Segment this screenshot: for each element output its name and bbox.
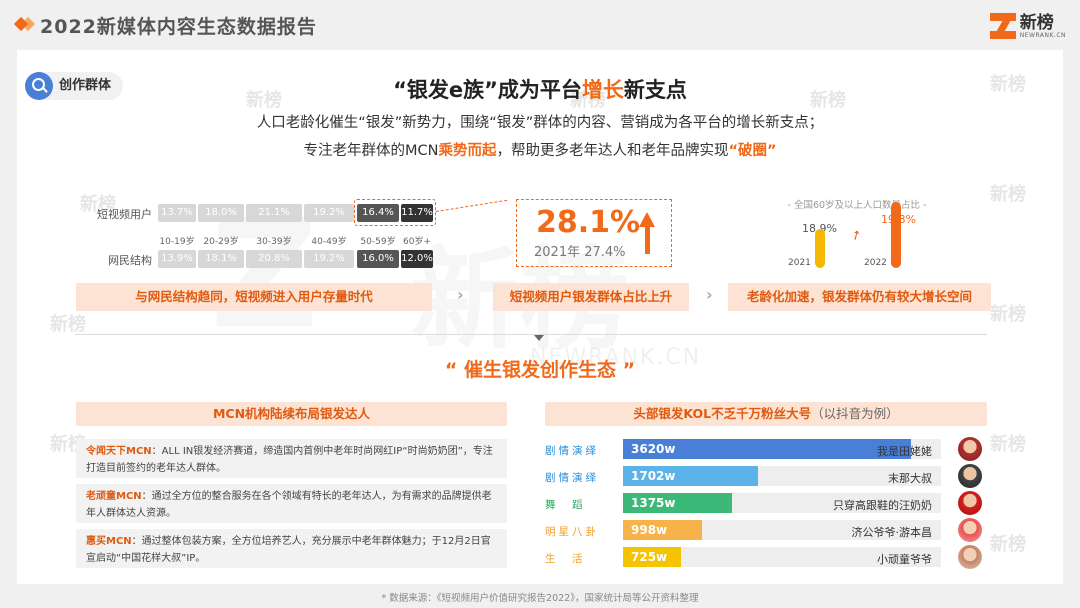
- up-arrow-icon: [645, 226, 650, 254]
- report-title: 2022新媒体内容生态数据报告: [40, 16, 317, 38]
- kol-name: 小顽童爷爷: [877, 553, 932, 566]
- age-row-label: 短视频用户: [97, 208, 152, 221]
- data-source-footnote: * 数据来源：《短视频用户价值研究报告2022》，国家统计局等公开资料整理: [381, 593, 699, 604]
- subtitle-text: 专注老年群体的MCN: [303, 143, 439, 159]
- kol-card-title-note: （以抖音为例）: [811, 406, 899, 421]
- kol-bar: 725w: [623, 547, 681, 567]
- chevron-right-icon: ›: [457, 285, 464, 304]
- kol-name: 末那大叔: [888, 472, 932, 485]
- kol-category: 剧情演绎: [545, 445, 599, 457]
- chevron-right-icon: ›: [706, 285, 713, 304]
- population-year: 2021: [788, 258, 811, 268]
- population-year: 2022: [864, 258, 887, 268]
- section-divider: [75, 334, 987, 335]
- mcn-item: 惠买MCN：通过整体包装方案，全方位培养艺人，充分展示中老年群体魅力；于12月2…: [76, 529, 507, 568]
- subtitle-highlight: “破圈”: [728, 143, 777, 159]
- logo-name: 新榜: [1019, 12, 1054, 33]
- age-group-label: 30-39岁: [256, 237, 292, 247]
- page-title-part: “银发e族”成为平台: [393, 78, 582, 102]
- age-group-label: 10-19岁: [159, 237, 195, 247]
- kol-category: 明星八卦: [545, 526, 599, 538]
- age-group-label: 50-59岁: [360, 237, 396, 247]
- age-group-label: 20-29岁: [203, 237, 239, 247]
- subtitle-highlight: 乘势而起: [438, 143, 497, 159]
- kol-avatar: [958, 545, 982, 569]
- kol-card-title-text: 头部银发KOL不乏千万粉丝大号: [633, 406, 812, 421]
- highlight-stat-compare: 2021年 27.4%: [534, 245, 626, 260]
- mcn-desc: ：通过整体包装方案，全方位培养艺人，充分展示中老年群体魅力；于12月2日官宣启动…: [86, 536, 491, 564]
- logo-z-icon: [989, 13, 1016, 39]
- insight-pill: 短视频用户银发群体占比上升: [493, 283, 689, 311]
- kol-category: 剧情演绎: [545, 472, 599, 484]
- section-title: “ 催生银发创作生态 ”: [444, 359, 636, 381]
- age-cell: 12.0%: [401, 250, 433, 268]
- report-header: 2022新媒体内容生态数据报告 新榜 NEWRANK.CN: [0, 0, 1080, 50]
- population-bar: [891, 202, 901, 268]
- population-bar: [815, 229, 825, 268]
- highlight-stat-value: 28.1%: [536, 205, 641, 240]
- kol-name: 济公爷爷·游本昌: [851, 526, 933, 539]
- mcn-name: 令闻天下MCN: [86, 446, 152, 457]
- age-cell: 18.1%: [198, 250, 244, 268]
- caret-down-icon: [534, 335, 544, 341]
- page-title-highlight: 增长: [581, 78, 624, 102]
- age-group-label: 40-49岁: [311, 237, 347, 247]
- age-group-label: 60岁+: [403, 237, 431, 247]
- subtitle-line: 人口老龄化催生“银发”新势力，围绕“银发”群体的内容、营销成为各平台的增长新支点…: [256, 115, 824, 131]
- age-cell: 21.1%: [246, 204, 302, 222]
- insight-pill: 老龄化加速，银发群体仍有较大增长空间: [728, 283, 991, 311]
- up-arrow-icon: [639, 212, 655, 227]
- page-title-part: 新支点: [623, 78, 687, 102]
- age-cell: 19.2%: [304, 204, 354, 222]
- kol-card-title: 头部银发KOL不乏千万粉丝大号（以抖音为例）: [545, 402, 987, 426]
- kol-name: 只穿高跟鞋的汪奶奶: [833, 499, 932, 512]
- kol-category: 生 活: [545, 553, 586, 565]
- age-cell: 13.9%: [158, 250, 196, 268]
- mcn-item: 令闻天下MCN：ALL IN银发经济赛道，缔造国内首例中老年时尚网红IP“时尚奶…: [76, 439, 507, 478]
- kol-bar: 998w: [623, 520, 702, 540]
- age-cell: 18.0%: [198, 204, 244, 222]
- subtitle-text: ，帮助更多老年达人和老年品牌实现: [496, 143, 729, 159]
- mcn-item: 老顽童MCN：通过全方位的整合服务在各个领域有特长的老年达人，为有需求的品牌提供…: [76, 484, 507, 523]
- kol-category: 舞 蹈: [545, 499, 586, 511]
- age-cell: 19.2%: [304, 250, 354, 268]
- age-cell: 16.0%: [357, 250, 399, 268]
- kol-name: 我是田姥姥: [877, 445, 932, 458]
- age-row-label: 网民结构: [108, 254, 152, 267]
- population-chart-title: - 全国60岁及以上人口数量占比 -: [787, 200, 927, 211]
- kol-avatar: [958, 518, 982, 542]
- kol-avatar: [958, 437, 982, 461]
- mcn-name: 老顽童MCN: [86, 491, 142, 502]
- age-cell: 20.8%: [246, 250, 302, 268]
- mcn-desc: ：通过全方位的整合服务在各个领域有特长的老年达人，为有需求的品牌提供老年人群体达…: [86, 491, 492, 519]
- page-title: “银发e族”成为平台增长新支点: [0, 74, 1080, 104]
- kol-bar: 1375w: [623, 493, 732, 513]
- subtitle-line: 专注老年群体的MCN乘势而起，帮助更多老年达人和老年品牌实现“破圈”: [0, 139, 1080, 160]
- mcn-card-title: MCN机构陆续布局银发达人: [76, 402, 507, 426]
- insight-pill: 与网民结构趋同，短视频进入用户存量时代: [76, 283, 432, 311]
- kol-avatar: [958, 464, 982, 488]
- logo-sub: NEWRANK.CN: [1019, 31, 1066, 39]
- kol-avatar: [958, 491, 982, 515]
- age-cell: 13.7%: [158, 204, 196, 222]
- brand-logo: 新榜 NEWRANK.CN: [989, 10, 1066, 42]
- highlight-dash-box: [354, 199, 436, 226]
- mcn-name: 惠买MCN: [86, 536, 132, 547]
